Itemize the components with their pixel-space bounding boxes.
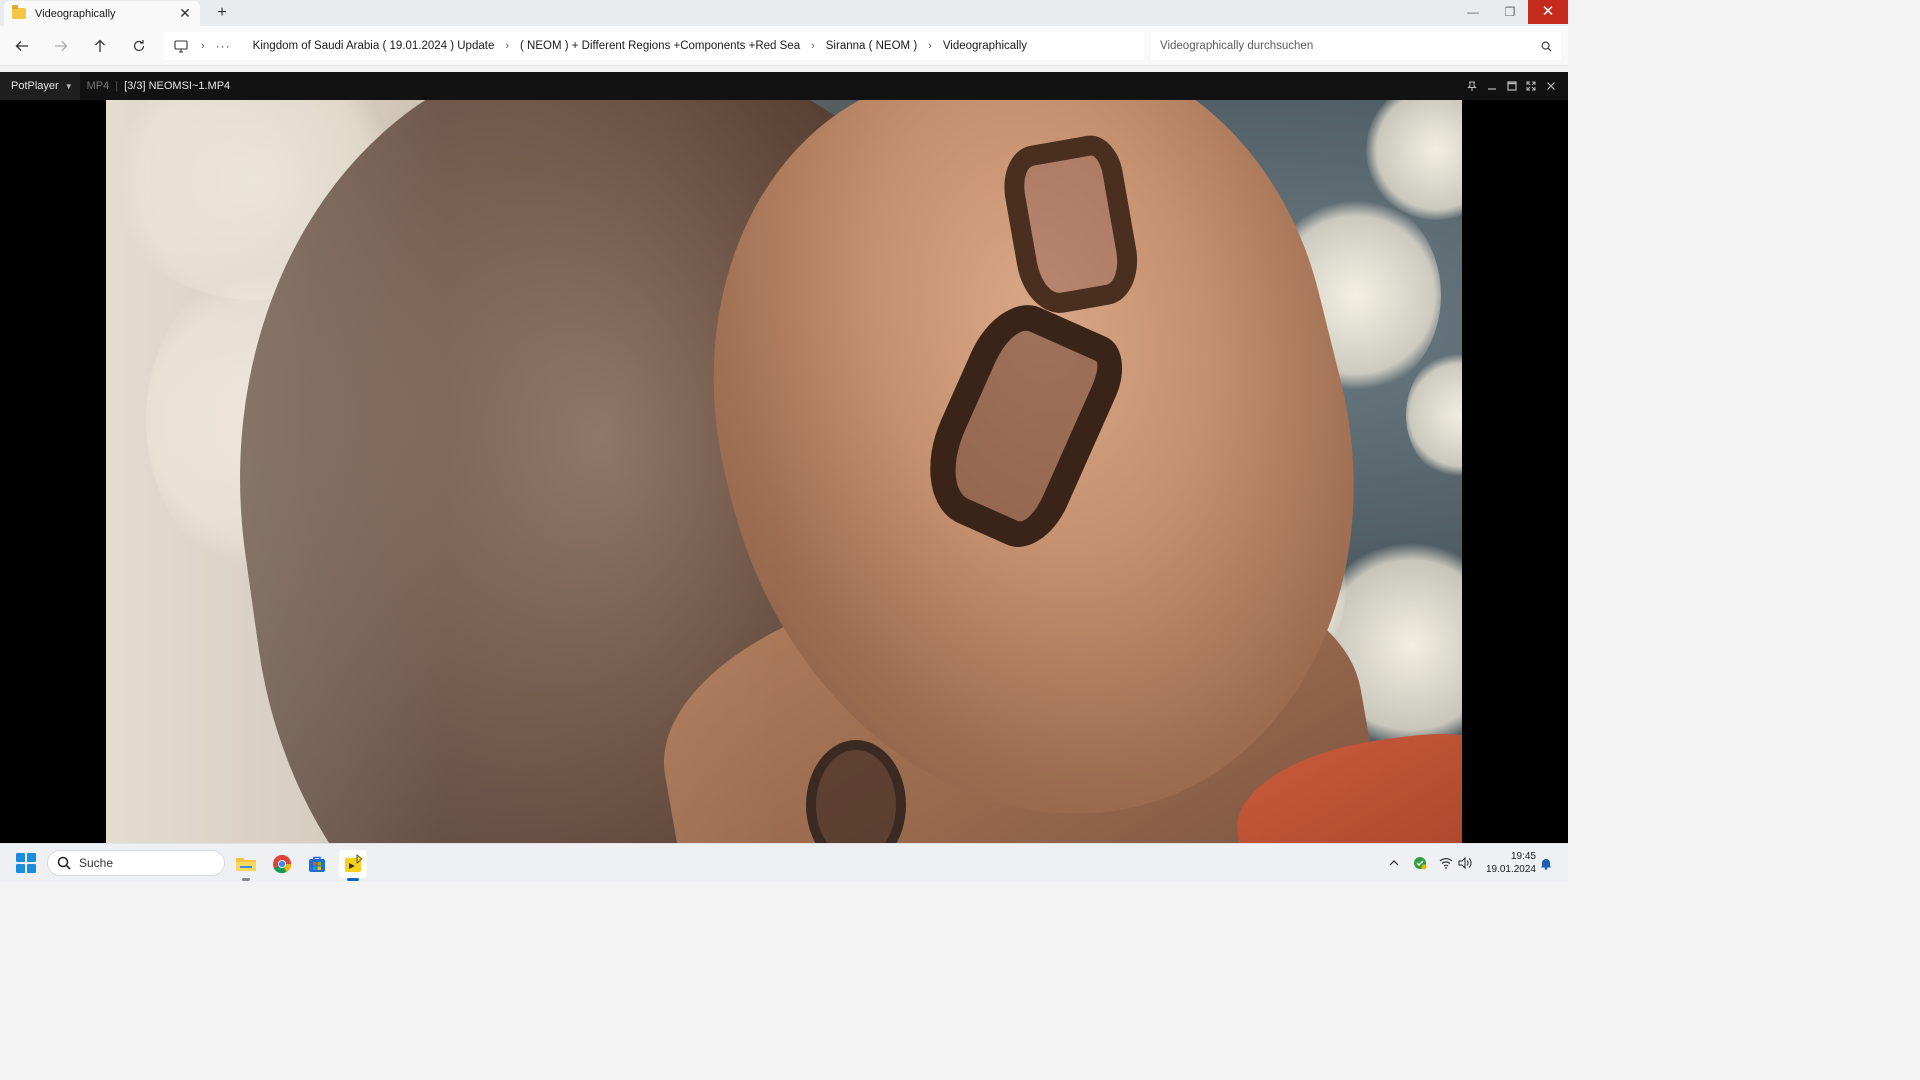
explorer-tab-bar: Videographically ✕ + — ❐ ✕: [0, 0, 1568, 26]
pin-icon: [1467, 81, 1477, 91]
maximize-icon: [1507, 81, 1517, 91]
security-tray-icon[interactable]: [1411, 854, 1429, 872]
arrow-left-icon: [15, 41, 28, 51]
refresh-button[interactable]: [129, 36, 149, 56]
breadcrumb[interactable]: › ··· Kingdom of Saudi Arabia ( 19.01.20…: [164, 32, 1144, 60]
running-indicator: [347, 878, 359, 881]
chevron-down-icon: ▼: [64, 81, 73, 91]
search-icon[interactable]: [1541, 41, 1552, 52]
breadcrumb-item[interactable]: ( NEOM ) + Different Regions +Components…: [520, 40, 800, 52]
search-input[interactable]: [1160, 40, 1541, 52]
player-title-bar: PotPlayer ▼ MP4 | [3/3] NEOMSI~1.MP4: [0, 72, 1568, 100]
windows-taskbar: Suche 19:45 19.01.2024: [0, 843, 1568, 882]
taskbar-file-explorer[interactable]: [232, 850, 260, 881]
format-label: MP4: [86, 80, 110, 92]
folder-icon: [236, 858, 256, 871]
new-tab-button[interactable]: +: [212, 3, 232, 23]
search-icon: [57, 856, 71, 870]
windows-logo-icon: [27, 864, 36, 873]
light-haze: [106, 100, 1462, 843]
chrome-icon: [273, 855, 291, 874]
computer-icon[interactable]: [172, 37, 190, 55]
windows-logo-icon: [16, 853, 25, 862]
tab-videographically[interactable]: Videographically ✕: [4, 1, 200, 26]
arrow-right-icon: [55, 41, 68, 51]
player-fullscreen-button[interactable]: [1523, 78, 1539, 94]
taskbar-search[interactable]: Suche: [47, 850, 225, 876]
windows-logo-icon: [16, 864, 25, 873]
video-frame[interactable]: [106, 100, 1462, 843]
show-hidden-icons-button[interactable]: [1385, 854, 1403, 872]
clock-date: 19.01.2024: [1485, 864, 1536, 875]
volume-tray-icon[interactable]: [1456, 854, 1474, 872]
minimize-button[interactable]: —: [1454, 0, 1492, 24]
player-brand: PotPlayer: [11, 80, 59, 92]
folder-icon: [12, 5, 26, 19]
player-close-button[interactable]: [1543, 78, 1559, 94]
file-name: [3/3] NEOMSI~1.MP4: [124, 80, 231, 92]
breadcrumb-item[interactable]: Siranna ( NEOM ): [826, 40, 917, 52]
wifi-tray-icon[interactable]: [1437, 854, 1455, 872]
notifications-button[interactable]: [1537, 854, 1555, 872]
taskbar-clock[interactable]: 19:45 19.01.2024: [1482, 850, 1536, 876]
fullscreen-icon: [1526, 81, 1536, 91]
chevron-right-icon[interactable]: ›: [201, 40, 205, 52]
tab-title: Videographically: [35, 7, 116, 20]
refresh-icon: [133, 40, 145, 52]
divider: |: [115, 80, 119, 92]
store-icon: [309, 856, 325, 872]
pin-button[interactable]: [1464, 78, 1480, 94]
back-button[interactable]: [12, 36, 32, 56]
taskbar-potplayer[interactable]: [339, 850, 367, 881]
clock-time: 19:45: [1510, 851, 1536, 862]
potplayer-window: PotPlayer ▼ MP4 | [3/3] NEOMSI~1.MP4: [0, 72, 1568, 843]
chevron-right-icon[interactable]: ›: [811, 40, 815, 52]
taskbar-search-label: Suche: [79, 856, 114, 870]
breadcrumb-item[interactable]: Kingdom of Saudi Arabia ( 19.01.2024 ) U…: [253, 40, 495, 52]
running-indicator: [242, 878, 250, 881]
breadcrumb-item-current[interactable]: Videographically: [943, 40, 1027, 52]
explorer-search[interactable]: [1151, 32, 1561, 60]
minimize-icon: [1488, 88, 1496, 90]
speaker-icon: [1458, 857, 1472, 869]
start-button[interactable]: [16, 853, 36, 873]
shield-check-icon: [1414, 857, 1427, 870]
close-window-button[interactable]: ✕: [1528, 0, 1568, 24]
wifi-icon: [1439, 858, 1453, 869]
chevron-up-icon: [1389, 860, 1399, 866]
address-row: › ··· Kingdom of Saudi Arabia ( 19.01.20…: [0, 26, 1568, 66]
forward-button[interactable]: [51, 36, 71, 56]
close-tab-icon[interactable]: ✕: [178, 5, 192, 22]
restore-button[interactable]: ❐: [1491, 0, 1529, 24]
potplayer-icon: [345, 854, 363, 872]
up-button[interactable]: [90, 36, 110, 56]
chevron-right-icon[interactable]: ›: [928, 40, 932, 52]
bell-icon: [1541, 858, 1551, 870]
taskbar-microsoft-store[interactable]: [303, 850, 331, 878]
arrow-up-icon: [95, 39, 105, 52]
taskbar-chrome[interactable]: [268, 850, 296, 878]
close-icon: [1547, 82, 1555, 90]
potplayer-menu-button[interactable]: PotPlayer ▼: [0, 72, 80, 100]
breadcrumb-overflow[interactable]: ···: [216, 39, 231, 53]
player-minimize-button[interactable]: [1484, 78, 1500, 94]
windows-logo-icon: [27, 853, 36, 862]
player-maximize-button[interactable]: [1504, 78, 1520, 94]
chevron-right-icon[interactable]: ›: [505, 40, 509, 52]
